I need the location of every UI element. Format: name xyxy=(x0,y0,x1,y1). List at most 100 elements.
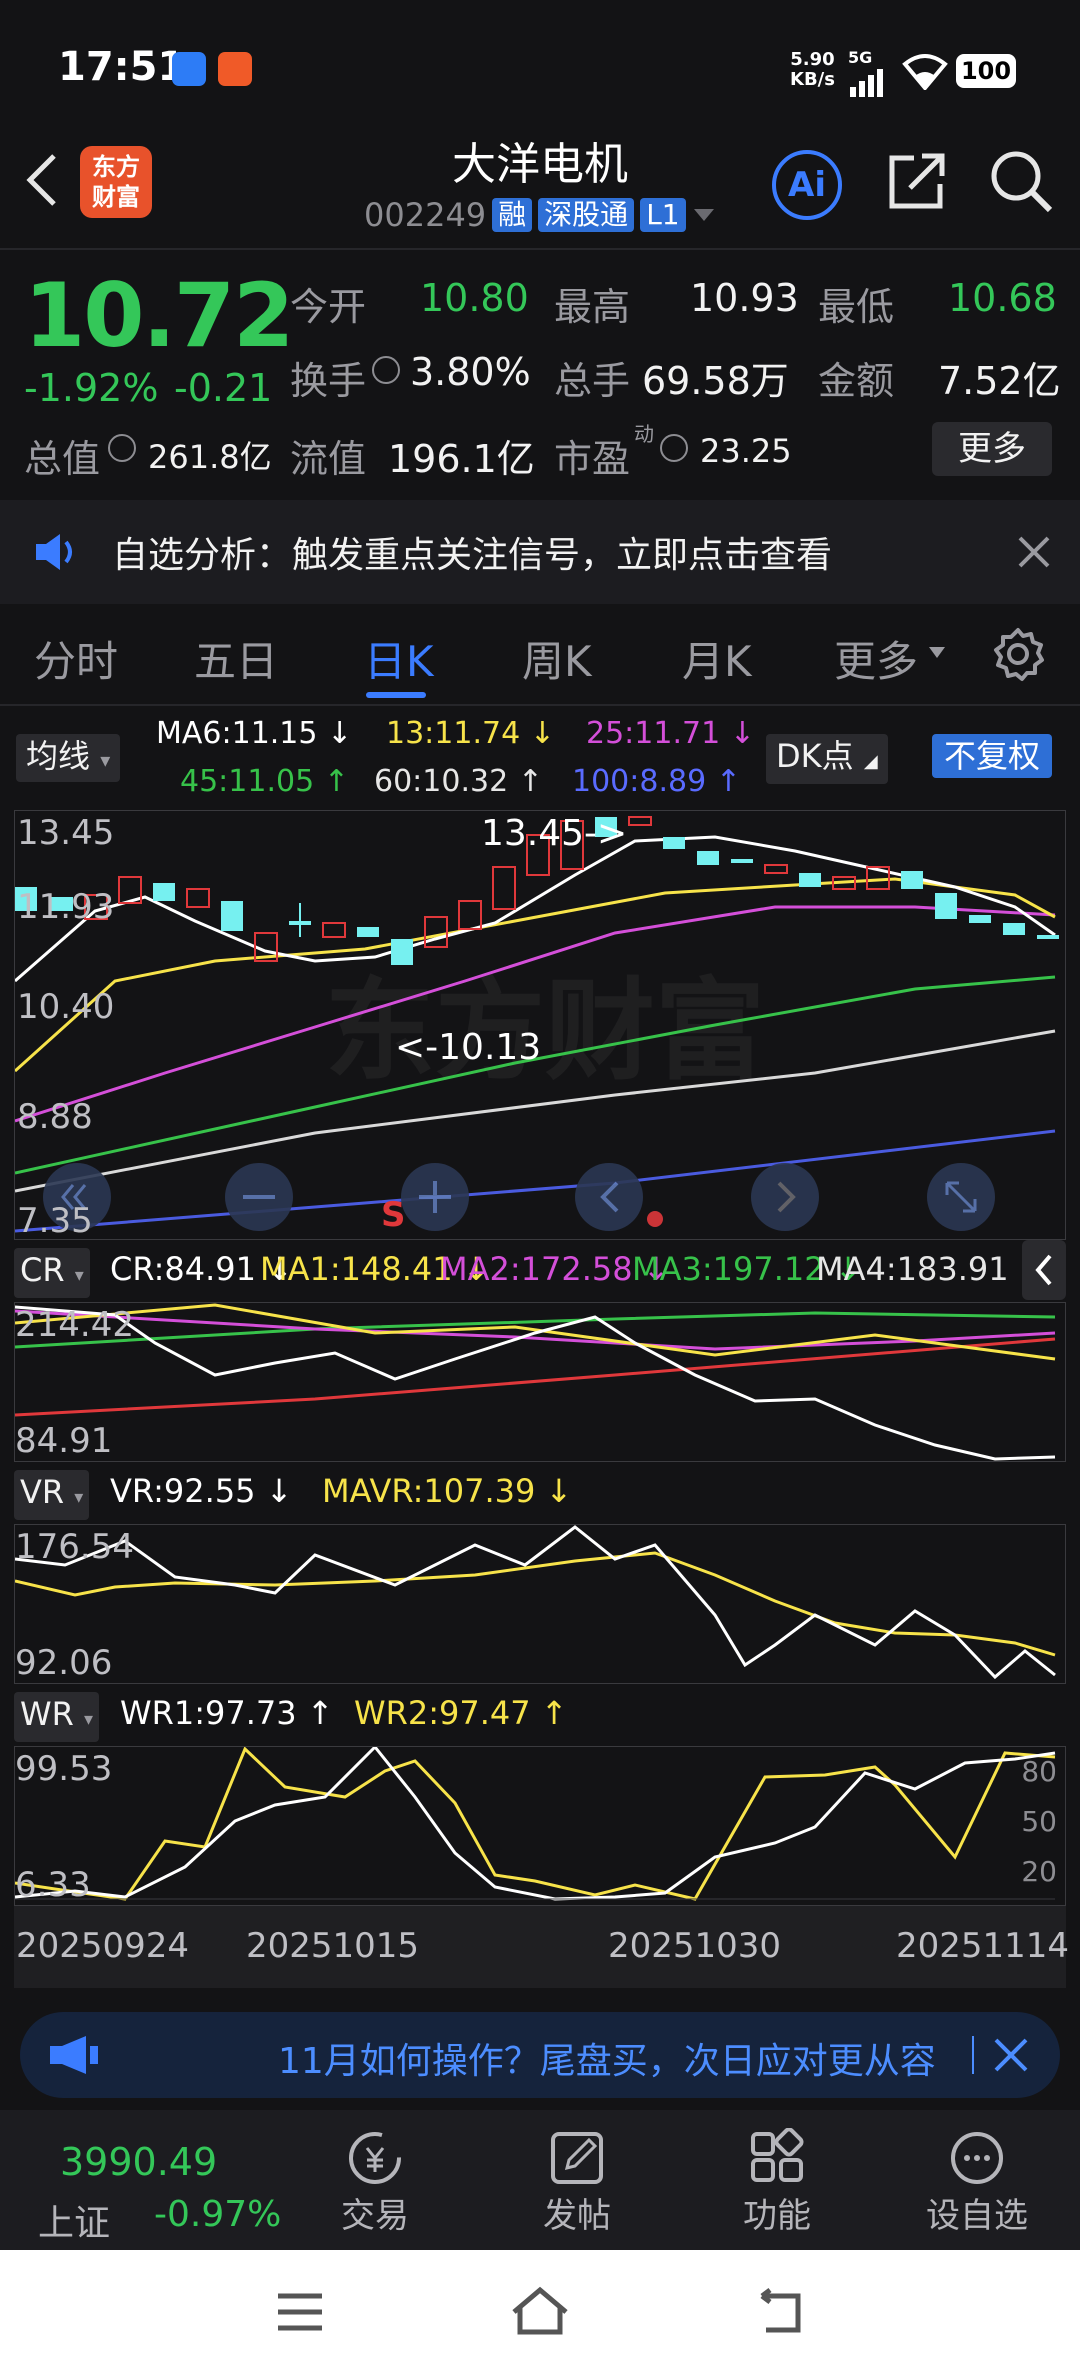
app-notification-icon xyxy=(172,52,206,86)
current-price: 10.72 xyxy=(24,264,294,367)
date-label-1: 20250924 xyxy=(16,1926,190,1966)
battery-indicator: 100 xyxy=(956,54,1016,88)
date-label-2: 20251015 xyxy=(246,1926,420,1966)
index-name[interactable]: 上证 xyxy=(38,2194,110,2246)
date-label-4: 20251114 xyxy=(896,1926,1070,1966)
tab-monthly-k[interactable]: 月K xyxy=(682,628,752,689)
price-axis-label-4: 8.88 xyxy=(17,1097,93,1137)
back-nav-icon[interactable] xyxy=(752,2288,808,2336)
app-notification-icon-2 xyxy=(218,52,252,86)
open-value: 10.80 xyxy=(420,276,529,320)
tab-daily-k[interactable]: 日K xyxy=(364,628,434,689)
index-change[interactable]: -0.97% xyxy=(154,2194,281,2235)
ma45-line xyxy=(15,975,1056,1175)
active-tab-underline xyxy=(366,692,426,698)
stock-code: 002249 xyxy=(364,196,487,234)
index-value[interactable]: 3990.49 xyxy=(60,2140,217,2184)
nav-trade[interactable]: 交易 xyxy=(320,2128,430,2237)
kline-panel[interactable]: 东方财富 13.45 11.93 10.40 8.88 7.35 13.45->… xyxy=(14,810,1066,1241)
volume-value: 69.58万 xyxy=(642,359,789,403)
dk-point-toggle[interactable]: DK点 ◢ xyxy=(766,734,888,784)
float-value: 196.1亿 xyxy=(388,437,535,481)
vr-selector[interactable]: VR ▾ xyxy=(14,1470,90,1520)
pe-value: 23.25 xyxy=(700,432,792,470)
close-icon[interactable] xyxy=(992,2036,1030,2074)
tab-more[interactable]: 更多 xyxy=(834,628,918,689)
tab-intraday[interactable]: 分时 xyxy=(34,628,118,689)
wr-panel[interactable]: 99.53 6.33 80 50 20 xyxy=(14,1746,1066,1906)
wr-axis-bottom: 6.33 xyxy=(15,1865,91,1905)
info-icon-3[interactable] xyxy=(660,434,688,462)
wifi-icon xyxy=(902,54,948,90)
bottom-nav: 3990.49 上证 -0.97% 交易 发帖 功能 设自选 xyxy=(0,2110,1080,2250)
indicator-selector[interactable]: 均线 ▾ xyxy=(16,734,121,782)
low-value: 10.68 xyxy=(948,276,1057,320)
settings-gear-icon[interactable] xyxy=(990,626,1046,682)
kline-chart xyxy=(15,816,1059,1233)
info-icon-2[interactable] xyxy=(108,434,136,462)
close-icon[interactable] xyxy=(1016,534,1052,570)
more-dots-icon xyxy=(951,2132,1003,2184)
date-axis: 20250924 20251015 20251030 20251114 xyxy=(14,1906,1070,1988)
low-annotation: <-10.13 xyxy=(395,1027,542,1068)
trade-icon xyxy=(349,2132,401,2184)
amount-label: 金额 xyxy=(818,359,895,403)
tag-margin: 融 xyxy=(492,198,533,232)
ai-button[interactable]: Ai xyxy=(772,150,842,220)
notice-text: 自选分析：触发重点关注信号，立即点击查看 xyxy=(112,535,833,576)
mavr-value: MAVR:107.39 ↓ xyxy=(322,1472,573,1510)
amount-value: 7.52亿 xyxy=(938,359,1061,403)
wr-selector[interactable]: WR ▾ xyxy=(14,1692,100,1742)
speaker-icon xyxy=(36,534,72,570)
collapse-button[interactable] xyxy=(1022,1240,1066,1300)
promo-divider xyxy=(972,2036,974,2074)
ma6-value: MA6:11.15 ↓ xyxy=(156,716,353,751)
search-icon[interactable] xyxy=(988,148,1054,214)
nav-watchlist[interactable]: 设自选 xyxy=(912,2128,1042,2237)
info-icon[interactable] xyxy=(372,356,400,384)
cr-panel[interactable]: 214.42 84.91 xyxy=(14,1302,1066,1462)
date-label-3: 20251030 xyxy=(608,1926,782,1966)
high-annotation: 13.45-> xyxy=(481,813,628,854)
price-axis-label-1: 13.45 xyxy=(17,813,115,853)
tab-more-chevron-icon xyxy=(929,647,945,658)
high-value: 10.93 xyxy=(690,276,799,320)
nav-post[interactable]: 发帖 xyxy=(522,2128,632,2237)
dropdown-icon xyxy=(693,209,714,221)
stock-code-line[interactable]: 002249 融 深股通 L1 xyxy=(364,196,716,234)
tab-five-day[interactable]: 五日 xyxy=(194,628,278,689)
edit-icon xyxy=(551,2132,603,2184)
tab-weekly-k[interactable]: 周K xyxy=(522,628,592,689)
menu-icon[interactable] xyxy=(276,2292,324,2332)
promo-text: 11月如何操作？尾盘买，次日应对更从容 xyxy=(278,2041,936,2082)
megaphone-icon xyxy=(50,2036,98,2074)
sell-signal: S xyxy=(381,1195,406,1235)
notice-banner[interactable]: 自选分析：触发重点关注信号，立即点击查看 xyxy=(0,500,1080,604)
ma13-value: 13:11.74 ↓ xyxy=(386,716,555,751)
cr-selector[interactable]: CR ▾ xyxy=(14,1248,90,1298)
more-button[interactable]: 更多 xyxy=(932,422,1052,476)
change-amount: -0.21 xyxy=(174,366,273,410)
wr-axis-top: 99.53 xyxy=(15,1749,113,1789)
home-icon[interactable] xyxy=(510,2286,570,2336)
share-icon[interactable] xyxy=(884,148,950,214)
nav-functions[interactable]: 功能 xyxy=(722,2128,832,2237)
pe-label: 市盈 xyxy=(554,437,631,481)
wr-chart xyxy=(15,1747,1056,1901)
system-nav-bar xyxy=(0,2250,1080,2376)
wr-level-20: 20 xyxy=(1021,1855,1057,1888)
status-bar: 17:51 5.90 KB/s 5G 100 xyxy=(0,0,1080,140)
adjust-toggle[interactable]: 不复权 xyxy=(932,734,1053,778)
vr-panel[interactable]: 176.54 92.06 xyxy=(14,1524,1066,1684)
ma45-value: 45:11.05 ↑ xyxy=(180,764,349,799)
net-speed: 5.90 KB/s xyxy=(790,49,835,90)
promo-banner[interactable]: 11月如何操作？尾盘买，次日应对更从容 xyxy=(20,2012,1060,2098)
price-axis-label-2: 11.93 xyxy=(17,887,115,927)
vr-axis-top: 176.54 xyxy=(15,1527,134,1567)
grid-icon xyxy=(751,2128,804,2182)
ma100-value: 100:8.89 ↑ xyxy=(572,764,741,799)
tag-connect: 深股通 xyxy=(538,198,635,232)
price-axis-label-3: 10.40 xyxy=(17,987,115,1027)
wr2-value: WR2:97.47 ↑ xyxy=(354,1694,568,1732)
turnover-value: 3.80% xyxy=(410,350,531,394)
